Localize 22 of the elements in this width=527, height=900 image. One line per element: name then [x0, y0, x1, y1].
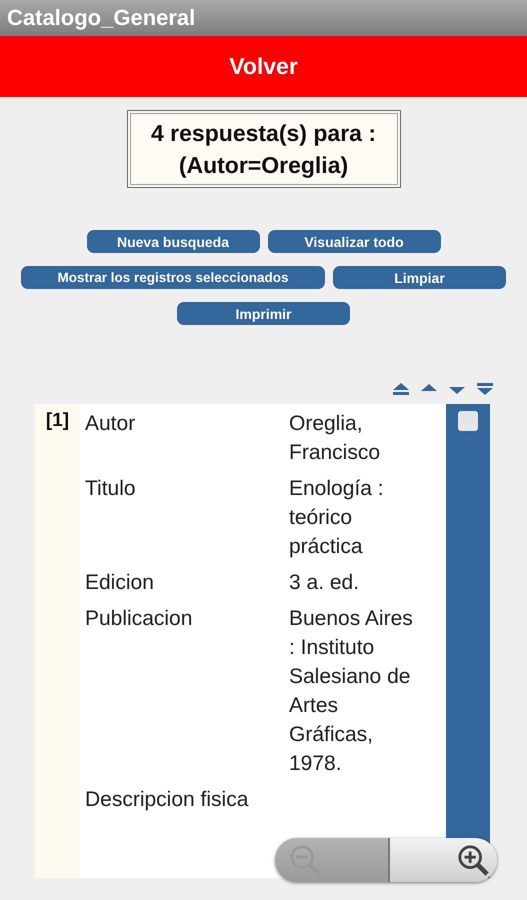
action-button[interactable]: Nueva busqueda	[86, 230, 260, 253]
field-value: Enología : teórico práctica	[289, 476, 385, 560]
back-button[interactable]: Volver	[223, 51, 304, 82]
first-page-icon[interactable]	[392, 382, 410, 396]
field-label: Publicacion	[85, 606, 194, 632]
window-title: Catalogo_General	[7, 5, 196, 31]
action-button[interactable]: Mostrar los registros seleccionados	[21, 266, 325, 289]
field-value: Buenos Aires : Instituto Salesiano de Artes Gráficas, 1978.	[289, 606, 414, 777]
zoom-in-icon[interactable]	[457, 844, 489, 876]
field-label: Descripcion fisica	[85, 787, 250, 813]
record-number: [1]	[46, 410, 70, 431]
record-checkbox[interactable]	[458, 411, 478, 431]
last-page-icon[interactable]	[476, 382, 494, 396]
action-button[interactable]: Limpiar	[333, 266, 506, 289]
field-label: Titulo	[85, 476, 137, 502]
field-value: 3 a. ed.	[289, 570, 360, 596]
action-button[interactable]: Imprimir	[177, 302, 350, 325]
field-label: Edicion	[85, 570, 155, 596]
action-button[interactable]: Visualizar todo	[268, 230, 440, 253]
field-value: Oreglia, Francisco	[289, 411, 382, 466]
result-summary: 4 respuesta(s) para : (Autor=Oreglia)	[126, 110, 400, 188]
field-label: Autor	[85, 411, 136, 437]
